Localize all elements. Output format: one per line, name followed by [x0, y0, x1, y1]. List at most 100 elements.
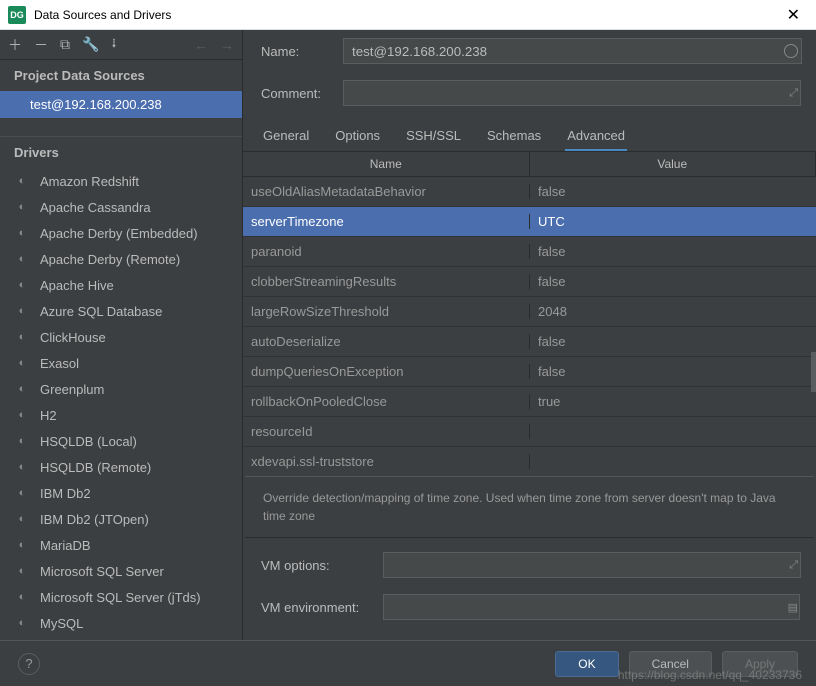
close-icon[interactable]: ✕ — [779, 5, 808, 25]
driver-item[interactable]: ◐ HSQLDB (Remote) — [0, 454, 242, 480]
expand-icon[interactable]: ⤢ — [789, 559, 798, 572]
prop-value: false — [530, 364, 816, 379]
wrench-icon[interactable]: 🔧 — [82, 36, 99, 53]
driver-label: H2 — [40, 408, 57, 423]
tab-advanced[interactable]: Advanced — [565, 122, 627, 151]
property-row[interactable]: dumpQueriesOnExceptionfalse — [243, 357, 816, 387]
driver-label: Exasol — [40, 356, 79, 371]
tab-options[interactable]: Options — [333, 122, 382, 151]
driver-label: Apache Derby (Embedded) — [40, 226, 198, 241]
remove-icon[interactable]: － — [34, 35, 48, 55]
list-icon[interactable]: ▤ — [788, 601, 798, 614]
name-label: Name: — [261, 44, 331, 59]
driver-item[interactable]: ◐ Microsoft SQL Server — [0, 558, 242, 584]
property-row[interactable]: xdevapi.ssl-truststore — [243, 447, 816, 474]
properties-table: Name Value useOldAliasMetadataBehaviorfa… — [243, 152, 816, 474]
driver-item[interactable]: ◐Apache Derby (Remote) — [0, 246, 242, 272]
scrollbar-thumb[interactable] — [811, 352, 816, 392]
comment-label: Comment: — [261, 86, 331, 101]
driver-item[interactable]: ◐ Exasol — [0, 350, 242, 376]
col-value[interactable]: Value — [530, 152, 816, 176]
driver-item[interactable]: ◐ Apache Cassandra — [0, 194, 242, 220]
property-row[interactable]: autoDeserializefalse — [243, 327, 816, 357]
content-panel: Name: Comment: ⤢ General Options SSH/SSL Sc… — [243, 30, 816, 640]
help-button[interactable]: ? — [18, 653, 40, 675]
db-icon: ◐ — [14, 563, 30, 579]
revert-icon[interactable]: ⭭ — [111, 33, 116, 57]
driver-item[interactable]: ◐ MariaDB — [0, 532, 242, 558]
app-icon: DG — [8, 6, 26, 24]
prop-name: autoDeserialize — [243, 334, 530, 349]
vm-env-label: VM environment: — [261, 600, 371, 615]
sidebar-toolbar: ＋ － ⧉ 🔧 ⭭ ← → — [0, 30, 242, 60]
tab-general[interactable]: General — [261, 122, 311, 151]
prop-name: xdevapi.ssl-truststore — [243, 454, 530, 469]
dialog-footer: ? OK Cancel Apply https://blog.csdn.net/… — [0, 640, 816, 686]
back-icon[interactable]: ← — [194, 37, 208, 53]
driver-label: Apache Hive — [40, 278, 114, 293]
expand-icon[interactable]: ⤢ — [789, 87, 798, 100]
db-icon: ◐ — [14, 329, 30, 345]
driver-label: Microsoft SQL Server — [40, 564, 164, 579]
driver-item[interactable]: ◐MySQL — [0, 610, 242, 636]
status-ring-icon — [784, 44, 798, 58]
driver-item[interactable]: ◐IBM Db2 (JTOpen) — [0, 506, 242, 532]
driver-item[interactable]: ◐ ClickHouse — [0, 324, 242, 350]
vm-options-input[interactable] — [383, 552, 801, 578]
driver-item[interactable]: ◐HSQLDB (Local) — [0, 428, 242, 454]
copy-icon[interactable]: ⧉ — [60, 36, 70, 53]
tab-schemas[interactable]: Schemas — [485, 122, 543, 151]
db-icon: ◐ — [14, 511, 30, 527]
db-icon: ◐ — [14, 277, 30, 293]
driver-label: Apache Cassandra — [40, 200, 151, 215]
property-row[interactable]: clobberStreamingResultsfalse — [243, 267, 816, 297]
comment-input[interactable] — [343, 80, 801, 106]
prop-name: serverTimezone — [243, 214, 530, 229]
db-icon: ◐ — [14, 537, 30, 553]
prop-name: rollbackOnPooledClose — [243, 394, 530, 409]
db-icon: ◐ — [14, 459, 30, 475]
property-row[interactable]: largeRowSizeThreshold2048 — [243, 297, 816, 327]
prop-name: resourceId — [243, 424, 530, 439]
property-row[interactable]: resourceId — [243, 417, 816, 447]
sources-header: Project Data Sources — [0, 60, 242, 91]
prop-name: dumpQueriesOnException — [243, 364, 530, 379]
driver-label: Azure SQL Database — [40, 304, 162, 319]
data-source-item[interactable]: test@192.168.200.238 — [0, 91, 242, 118]
prop-value: false — [530, 334, 816, 349]
property-row[interactable]: useOldAliasMetadataBehaviorfalse — [243, 177, 816, 207]
driver-item[interactable]: ◐Apache Derby (Embedded) — [0, 220, 242, 246]
prop-name: largeRowSizeThreshold — [243, 304, 530, 319]
vm-env-input[interactable] — [383, 594, 800, 620]
driver-label: HSQLDB (Remote) — [40, 460, 151, 475]
property-row[interactable]: paranoidfalse — [243, 237, 816, 267]
tab-ssh/ssl[interactable]: SSH/SSL — [404, 122, 463, 151]
watermark: https://blog.csdn.net/qq_40233736 — [618, 668, 802, 682]
ok-button[interactable]: OK — [555, 651, 618, 677]
property-row[interactable]: serverTimezoneUTC — [243, 207, 816, 237]
drivers-header: Drivers — [0, 136, 242, 168]
db-icon: ◐ — [14, 589, 30, 605]
name-input[interactable] — [343, 38, 802, 64]
driver-item[interactable]: ◐Microsoft SQL Server (jTds) — [0, 584, 242, 610]
driver-item[interactable]: ◐ Apache Hive — [0, 272, 242, 298]
db-icon: ◐ — [14, 355, 30, 371]
prop-value: false — [530, 184, 816, 199]
col-name[interactable]: Name — [243, 152, 530, 176]
add-icon[interactable]: ＋ — [8, 35, 22, 55]
window-title: Data Sources and Drivers — [34, 8, 779, 22]
property-row[interactable]: rollbackOnPooledClosetrue — [243, 387, 816, 417]
driver-label: ClickHouse — [40, 330, 106, 345]
driver-item[interactable]: ◐IBM Db2 — [0, 480, 242, 506]
db-icon: ◐ — [14, 199, 30, 215]
driver-item[interactable]: ◐Greenplum — [0, 376, 242, 402]
db-icon: ◐ — [14, 173, 30, 189]
driver-item[interactable]: ◐Azure SQL Database — [0, 298, 242, 324]
prop-value: true — [530, 394, 816, 409]
driver-label: MariaDB — [40, 538, 91, 553]
driver-item[interactable]: ◐Amazon Redshift — [0, 168, 242, 194]
driver-label: IBM Db2 — [40, 486, 91, 501]
tab-bar: General Options SSH/SSL Schemas Advanced — [243, 114, 816, 152]
forward-icon[interactable]: → — [220, 37, 234, 53]
driver-item[interactable]: ◐H2 — [0, 402, 242, 428]
